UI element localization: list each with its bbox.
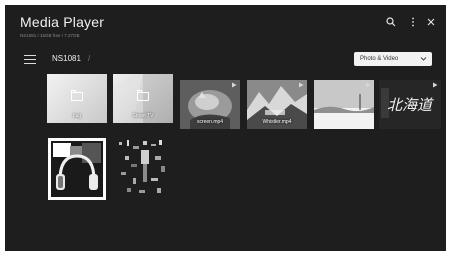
photo-tile[interactable]	[48, 138, 106, 200]
play-icon	[365, 82, 371, 90]
filter-selected-label: Photo & Video	[360, 56, 399, 62]
close-icon[interactable]	[425, 16, 437, 28]
chevron-down-icon	[420, 52, 427, 72]
app-title: Media Player	[20, 14, 105, 30]
breadcrumb-separator: /	[88, 54, 91, 63]
media-type-filter-dropdown[interactable]: Photo & Video	[354, 52, 432, 66]
tile-label: bug	[72, 113, 82, 119]
storage-info: NS1081 / 15GB free / 7.27GB	[20, 33, 80, 38]
play-icon	[231, 82, 237, 90]
tile-label: Whistler.mp4	[262, 119, 292, 125]
folder-icon	[71, 90, 83, 101]
folder-tile[interactable]: Smart TV	[113, 74, 173, 123]
photo-calligraphy-text: 北海道	[387, 96, 433, 114]
photo-tile[interactable]	[113, 138, 175, 200]
video-tile[interactable]: Whistler.mp4	[247, 80, 307, 129]
photo-thumbnail	[51, 141, 103, 197]
more-icon[interactable]	[407, 16, 419, 28]
media-player-screen: Media Player NS1081 / 15GB free / 7.27GB…	[5, 5, 446, 251]
hamburger-menu-icon[interactable]	[24, 55, 36, 65]
tile-label: screen.mp4	[196, 119, 224, 125]
folder-icon	[137, 90, 149, 101]
video-tile[interactable]	[314, 80, 374, 129]
folder-tile[interactable]: bug	[47, 74, 107, 123]
search-icon[interactable]	[385, 16, 397, 28]
breadcrumb-device[interactable]: NS1081	[52, 54, 81, 63]
photo-thumbnail	[113, 138, 175, 200]
tile-label: Smart TV	[132, 113, 154, 119]
play-icon	[432, 82, 438, 90]
photo-tile[interactable]: 北海道	[379, 80, 441, 129]
play-icon	[298, 82, 304, 90]
video-tile[interactable]: screen.mp4	[180, 80, 240, 129]
